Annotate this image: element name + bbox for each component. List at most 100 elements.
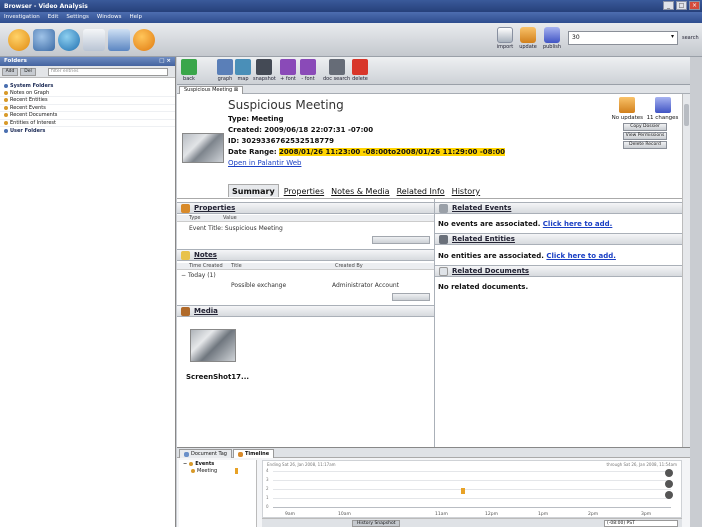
documents-icon <box>439 266 448 276</box>
font-decrease-button[interactable]: - font <box>300 59 316 82</box>
tab-timeline[interactable]: Timeline <box>233 449 275 458</box>
folder-item[interactable]: Recent Documents <box>0 112 175 120</box>
panel-close-icon[interactable]: □ × <box>159 58 171 65</box>
related-entities-header[interactable]: Related Entities <box>435 233 682 245</box>
view-permissions-button[interactable]: View Permissions <box>623 132 667 140</box>
tab-history[interactable]: History <box>450 187 482 197</box>
notes-group-today[interactable]: − Today (1) <box>181 272 216 279</box>
folder-item[interactable]: Notes on Graph <box>0 90 175 97</box>
close-button[interactable]: × <box>689 1 700 10</box>
back-button[interactable]: back <box>181 59 197 82</box>
menu-edit[interactable]: Edit <box>48 14 59 21</box>
history-snapshot-button[interactable]: History Snapshot <box>352 520 401 527</box>
globe-icon[interactable] <box>58 29 80 51</box>
tab-close-icon[interactable]: ⊠ <box>234 87 238 93</box>
folders-title: Folders <box>4 58 27 64</box>
filter-input[interactable]: filter entries <box>48 67 168 76</box>
add-entity-link[interactable]: Click here to add. <box>546 252 616 260</box>
related-entities-text: No entities are associated. Click here t… <box>438 252 616 260</box>
date-end: 2008/01/26 11:29:00 -08:00 <box>396 148 506 156</box>
scrollbar-thumb[interactable] <box>684 104 689 126</box>
y-tick: 3 <box>266 477 269 482</box>
add-event-link[interactable]: Click here to add. <box>543 220 613 228</box>
x-tick: 10am <box>338 512 351 517</box>
update-icon <box>520 27 536 43</box>
folders-panel: Folders □ × Add Del filter entries Syste… <box>0 57 176 527</box>
timeline-meeting-node[interactable]: Meeting <box>179 468 256 476</box>
graph-icon <box>217 59 233 75</box>
properties-grid-header: Type Value <box>177 215 434 222</box>
zoom-fit-icon[interactable] <box>665 491 673 499</box>
related-documents-header[interactable]: Related Documents <box>435 265 682 277</box>
map-button[interactable]: map <box>235 59 251 82</box>
record-thumbnail[interactable] <box>182 133 224 163</box>
delete-record-button[interactable]: Delete Record <box>623 141 667 149</box>
minimize-button[interactable]: _ <box>663 1 674 10</box>
snapshot-button[interactable]: snapshot <box>253 59 276 82</box>
publish-button[interactable]: publish <box>540 27 564 50</box>
folder-icon <box>4 128 8 133</box>
zoom-out-icon[interactable] <box>665 480 673 488</box>
folder-item[interactable]: Recent Events <box>0 105 175 112</box>
timeline-event-marker[interactable] <box>461 488 465 494</box>
document-tab[interactable]: Suspicious Meeting ⊠ <box>179 86 244 94</box>
changes-icon[interactable] <box>655 97 671 113</box>
document-scrollbar[interactable] <box>682 94 690 447</box>
x-tick: 3pm <box>641 512 652 517</box>
document-icon[interactable] <box>108 29 130 51</box>
info-icon[interactable] <box>133 29 155 51</box>
notes-scroll-button[interactable] <box>392 293 430 301</box>
tab-summary[interactable]: Summary <box>228 184 279 197</box>
update-button[interactable]: update <box>516 27 540 50</box>
delete-button[interactable]: delete <box>352 59 368 82</box>
add-folder-button[interactable]: Add <box>2 67 18 76</box>
timeline-plot[interactable]: Ending Sat 26, Jan 2008, 11:17am through… <box>262 460 682 518</box>
graph-button[interactable]: graph <box>217 59 233 82</box>
notes-header[interactable]: Notes <box>177 249 434 261</box>
user-folders-group[interactable]: User Folders <box>0 127 175 135</box>
properties-scroll-button[interactable] <box>372 236 430 244</box>
tab-properties[interactable]: Properties <box>282 187 326 197</box>
font-increase-button[interactable]: + font <box>280 59 296 82</box>
menu-windows[interactable]: Windows <box>97 14 122 21</box>
document-tab-strip: Suspicious Meeting ⊠ <box>177 85 690 94</box>
folder-item[interactable]: Recent Entities <box>0 97 175 105</box>
font-increase-icon <box>280 59 296 75</box>
folder-item[interactable]: Entities of Interest <box>0 120 175 127</box>
tab-related-info[interactable]: Related Info <box>395 187 447 197</box>
import-button[interactable]: import <box>493 27 517 50</box>
related-events-header[interactable]: Related Events <box>435 202 682 214</box>
window-controls: _ □ × <box>663 1 700 10</box>
properties-header[interactable]: Properties <box>177 202 434 214</box>
browser-icon[interactable] <box>83 29 105 51</box>
note-title[interactable]: Possible exchange <box>231 282 286 289</box>
delete-folder-button[interactable]: Del <box>20 67 36 76</box>
tab-notes-media[interactable]: Notes & Media <box>329 187 391 197</box>
window-title: Browser - Video Analysis <box>4 3 88 10</box>
copy-dossier-button[interactable]: Copy Dossier <box>623 123 667 131</box>
maximize-button[interactable]: □ <box>676 1 687 10</box>
network-icon[interactable] <box>33 29 55 51</box>
tab-document-tag[interactable]: Document Tag <box>179 449 232 458</box>
menu-investigation[interactable]: Investigation <box>4 14 40 21</box>
media-caption[interactable]: ScreenShot17... <box>186 373 249 381</box>
property-row[interactable]: Event Title: Suspicious Meeting <box>189 225 283 232</box>
publish-icon <box>544 27 560 43</box>
date-start: 2008/01/26 11:23:00 -08:00 <box>278 148 388 156</box>
media-thumbnail[interactable] <box>190 329 236 362</box>
home-icon[interactable] <box>8 29 30 51</box>
menu-settings[interactable]: Settings <box>66 14 89 21</box>
map-icon <box>235 59 251 75</box>
media-header[interactable]: Media <box>177 305 434 317</box>
zoom-in-icon[interactable] <box>665 469 673 477</box>
doc-search-button[interactable]: doc search <box>323 59 350 82</box>
x-tick: 9am <box>285 512 296 517</box>
menu-help[interactable]: Help <box>129 14 142 21</box>
timezone-select[interactable]: (-08:00) PST <box>604 520 678 527</box>
search-button[interactable]: search <box>682 35 699 41</box>
timeline-events-node[interactable]: − Events <box>179 460 256 468</box>
system-folders-group[interactable]: System Folders <box>0 82 175 90</box>
search-select[interactable]: 30 ▾ <box>568 31 678 45</box>
open-in-palantir-web-link[interactable]: Open in Palantir Web <box>228 159 301 167</box>
updates-icon[interactable] <box>619 97 635 113</box>
